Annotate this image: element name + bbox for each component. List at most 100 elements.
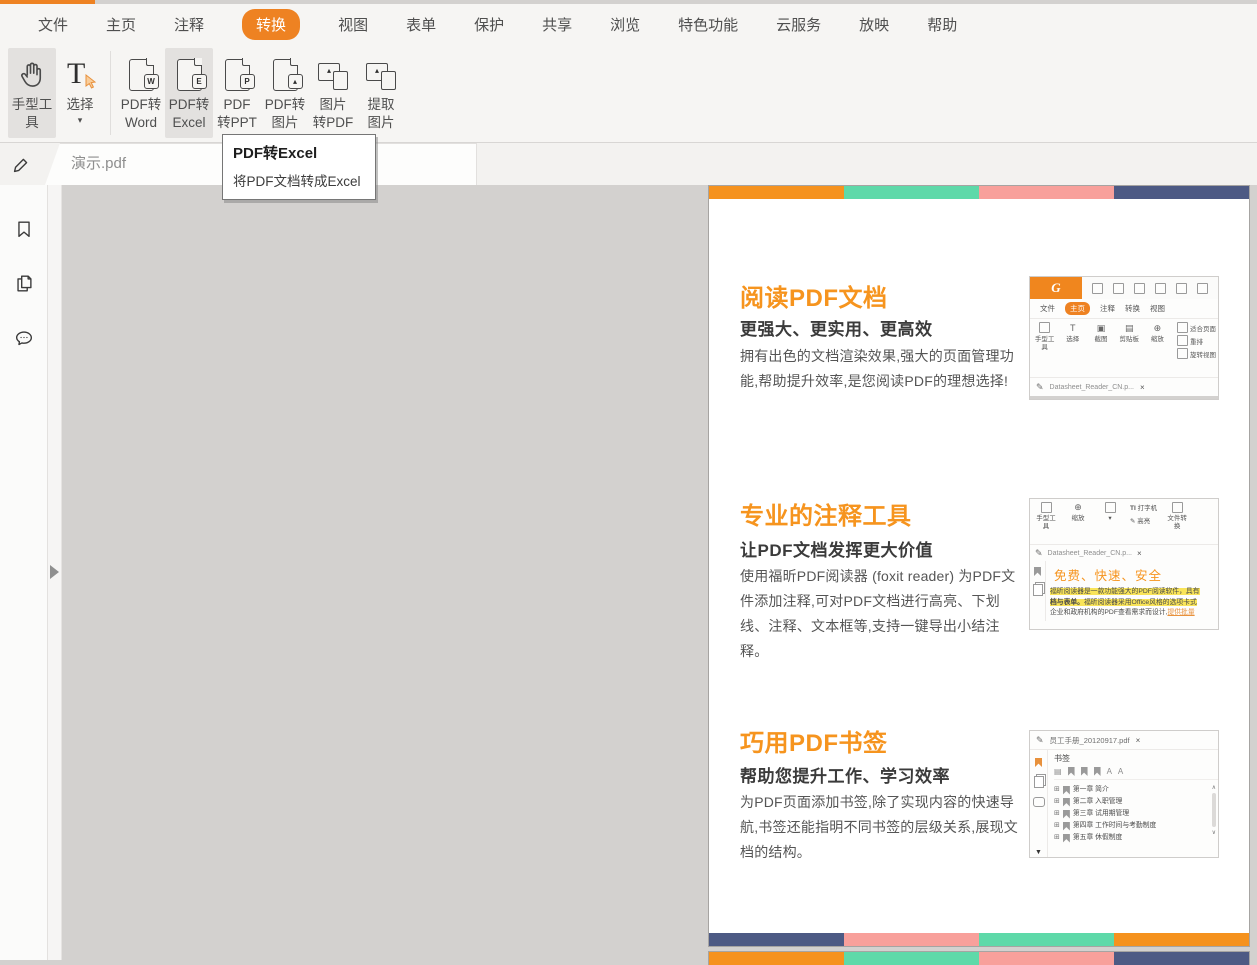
menu-file[interactable]: 文件	[38, 14, 68, 35]
menu-convert[interactable]: 转换	[242, 9, 300, 40]
menu-browse[interactable]: 浏览	[610, 14, 640, 35]
annotate-pencil-icon[interactable]	[10, 152, 34, 176]
mini-pencil-icon: ✎	[1036, 382, 1044, 393]
menu-present[interactable]: 放映	[859, 14, 889, 35]
open-icon	[1092, 283, 1103, 294]
image-badge-icon: ▴	[288, 74, 303, 89]
thumbnail-annotation-ui: 手型工具 ⊕缩放 ▾ TI 打字机 ✎ 高亮 文件转换 ✎ Datasheet_…	[1029, 498, 1219, 630]
word-badge: W	[144, 74, 159, 89]
chevron-down-icon: ▾	[78, 115, 83, 126]
section3-subheading: 帮助您提升工作、学习效率	[740, 762, 950, 787]
mini-close-icon: ×	[1140, 383, 1145, 392]
tooltip-description: 将PDF文档转成Excel	[233, 170, 365, 190]
mini-toolbar: 手型工具 T选择 ▣截图 ▤剪贴板 ⊕缩放 适合页面 重排 旋转视图	[1030, 319, 1218, 378]
excel-badge: E	[192, 74, 207, 89]
bookmark-item-icon	[1063, 834, 1070, 843]
tooltip-title: PDF转Excel	[233, 142, 365, 163]
mini-bookmark-icon-active	[1035, 758, 1042, 767]
mini-menu-bar: 文件 主页 注释 转换 视图	[1030, 299, 1218, 319]
bookmark-item-icon	[1063, 798, 1070, 807]
pdf-page-1: 阅读PDF文档 更强大、更实用、更高效 拥有出色的文档渲染效果,强大的页面管理功…	[709, 186, 1249, 946]
document-tab-label: 演示.pdf	[71, 143, 126, 185]
navigation-sidebar	[0, 185, 48, 960]
thumbnail-reader-ui: G 文件 主页 注释 转换 视图 手型工具 T选择	[1029, 276, 1219, 400]
section2-body: 使用福昕PDF阅读器 (foxit reader) 为PDF文件添加注释,可对P…	[740, 564, 1025, 664]
mini-close-icon: ×	[1136, 736, 1141, 745]
menu-protect[interactable]: 保护	[474, 14, 504, 35]
menu-features[interactable]: 特色功能	[678, 14, 738, 35]
bookmark-item-icon	[1063, 786, 1070, 795]
pages-panel-button[interactable]	[12, 271, 36, 295]
mini-tab-row: ✎ Datasheet_Reader_CN.p... ×	[1030, 378, 1218, 396]
section2-heading: 专业的注释工具	[740, 496, 912, 531]
pdf-page-2	[709, 952, 1249, 965]
mini-sidebar: ▼	[1030, 750, 1048, 858]
image-to-pdf-button[interactable]: ▴ 图片转PDF	[309, 48, 357, 138]
mini-view-options: 适合页面 重排 旋转视图	[1177, 322, 1216, 359]
select-tool-label: 选择	[67, 96, 94, 114]
mini-doc-heading: 免费、快速、安全	[1054, 565, 1216, 584]
undo-icon	[1197, 283, 1208, 294]
bookmark-item-icon	[1063, 822, 1070, 831]
mini-pencil-icon: ✎	[1036, 735, 1044, 746]
mini-tab-row: ✎ 员工手册_20120917.pdf ×	[1030, 731, 1218, 750]
section3-body: 为PDF页面添加书签,除了实现内容的快速导航,书签还能指明不同书签的层级关系,展…	[740, 790, 1025, 865]
bookmarks-panel-toolbar: ▤AA	[1054, 767, 1218, 780]
export-icon	[1176, 283, 1187, 294]
mini-pages-icon	[1034, 776, 1044, 788]
section1-subheading: 更强大、更实用、更高效	[740, 315, 933, 340]
page-bottom-stripes	[709, 933, 1249, 946]
doc-excel-icon: E	[177, 59, 202, 91]
menu-comment[interactable]: 注释	[174, 14, 204, 35]
menu-share[interactable]: 共享	[542, 14, 572, 35]
comments-panel-button[interactable]	[12, 326, 36, 350]
mini-link: 提供批量	[1167, 609, 1194, 616]
titlebar-icons	[1082, 283, 1218, 294]
menu-bar: 文件 主页 注释 转换 视图 表单 保护 共享 浏览 特色功能 云服务 放映 帮…	[0, 4, 1257, 45]
panel-expand-arrow-icon[interactable]	[50, 565, 59, 579]
document-canvas[interactable]: 阅读PDF文档 更强大、更实用、更高效 拥有出色的文档渲染效果,强大的页面管理功…	[62, 185, 1257, 960]
mini-tab-row: ✎ Datasheet_Reader_CN.p... ×	[1030, 545, 1218, 561]
bookmarks-panel-button[interactable]	[12, 217, 36, 241]
extract-image-icon: ▴	[366, 60, 396, 90]
mini-sidebar	[1030, 561, 1046, 621]
pdf-to-image-button[interactable]: ▴ PDF转图片	[261, 48, 309, 138]
menu-form[interactable]: 表单	[406, 14, 436, 35]
image-to-doc-icon: ▴	[318, 60, 348, 90]
extract-image-button[interactable]: ▴ 提取图片	[357, 48, 405, 138]
pdf-to-excel-tooltip: PDF转Excel 将PDF文档转成Excel	[222, 134, 376, 200]
pdf-to-ppt-button[interactable]: P PDF转PPT	[213, 48, 261, 138]
menu-cloud[interactable]: 云服务	[776, 14, 821, 35]
section1-heading: 阅读PDF文档	[740, 278, 888, 313]
pdf-to-word-button[interactable]: W PDF转Word	[117, 48, 165, 138]
select-text-icon: T	[67, 58, 93, 92]
mini-comment-icon	[1033, 797, 1045, 807]
menu-help[interactable]: 帮助	[927, 14, 957, 35]
section3-heading: 巧用PDF书签	[740, 723, 888, 758]
mini-pencil-icon: ✎	[1035, 548, 1043, 559]
mini-toolbar: 手型工具 ⊕缩放 ▾ TI 打字机 ✎ 高亮 文件转换	[1030, 499, 1218, 545]
mini-bookmark-icon	[1034, 567, 1041, 576]
print-icon	[1134, 283, 1145, 294]
doc-image-icon: ▴	[273, 59, 298, 91]
hand-icon	[17, 54, 47, 96]
select-tool-button[interactable]: T 选择 ▾	[56, 48, 104, 138]
ribbon-toolbar: 手型工具 T 选择 ▾ W PDF转Word E PDF转Excel P PDF…	[0, 45, 1257, 143]
mini-close-icon: ×	[1137, 549, 1142, 558]
foxit-logo: G	[1030, 277, 1082, 299]
section1-body: 拥有出色的文档渲染效果,强大的页面管理功能,帮助提升效率,是您阅读PDF的理想选…	[740, 344, 1025, 394]
menu-home[interactable]: 主页	[106, 14, 136, 35]
doc-word-icon: W	[129, 59, 154, 91]
thumbnail-bookmarks-ui: ✎ 员工手册_20120917.pdf × ▼ 书签 ▤AA ⊞第一章 简介	[1029, 730, 1219, 858]
mini-scrollbar: ∧∨	[1212, 784, 1216, 836]
hand-tool-button[interactable]: 手型工具	[8, 48, 56, 138]
section2-subheading: 让PDF文档发挥更大价值	[740, 536, 933, 561]
doc-ppt-icon: P	[225, 59, 250, 91]
save-icon	[1113, 283, 1124, 294]
bookmark-item-icon	[1063, 810, 1070, 819]
mini-scroll-down-icon: ▼	[1035, 849, 1042, 856]
document-tab-bar: 演示.pdf	[0, 143, 1257, 185]
menu-view[interactable]: 视图	[338, 14, 368, 35]
pdf-to-excel-button[interactable]: E PDF转Excel	[165, 48, 213, 138]
mail-icon	[1155, 283, 1166, 294]
